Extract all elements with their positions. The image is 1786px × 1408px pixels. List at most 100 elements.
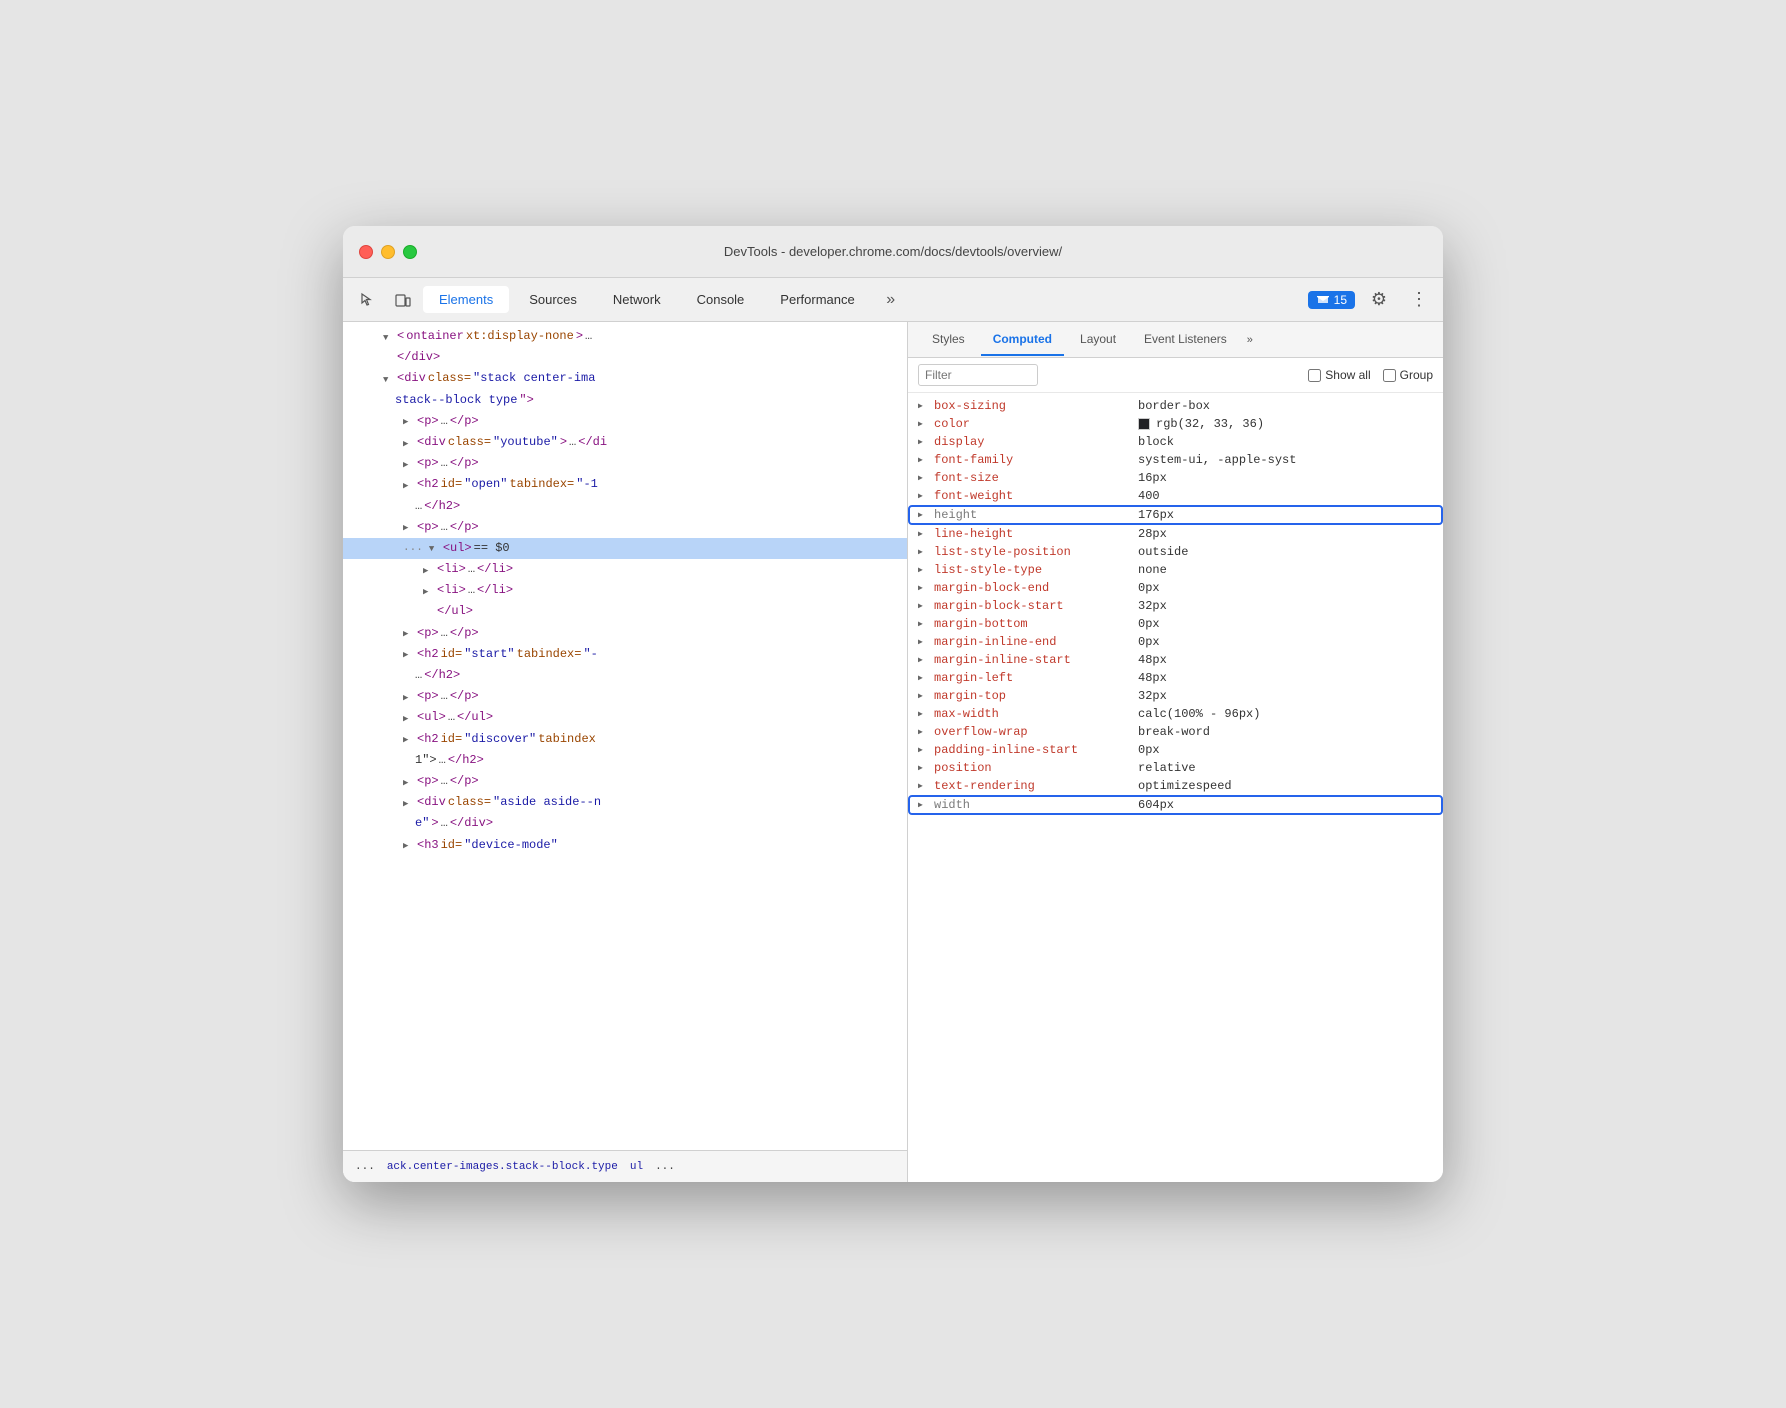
triangle-icon-3[interactable] xyxy=(383,373,395,385)
status-path[interactable]: ack.center-images.stack--block.type xyxy=(383,1159,622,1175)
computed-row-margin-inline-start[interactable]: ▶margin-inline-start48px xyxy=(908,651,1443,669)
prop-expand-icon[interactable]: ▶ xyxy=(918,455,930,465)
prop-expand-icon[interactable]: ▶ xyxy=(918,745,930,755)
prop-expand-icon[interactable]: ▶ xyxy=(918,601,930,611)
triangle-icon-h2-3[interactable] xyxy=(403,733,415,745)
dom-line-3b[interactable]: stack--block type"> xyxy=(343,390,907,411)
group-checkbox[interactable] xyxy=(1383,369,1396,382)
prop-expand-icon[interactable]: ▶ xyxy=(918,547,930,557)
triangle-icon-h2-1[interactable] xyxy=(403,479,415,491)
dom-line-h3[interactable]: <h3 id="device-mode" xyxy=(343,835,907,856)
computed-row-list-style-position[interactable]: ▶list-style-positionoutside xyxy=(908,543,1443,561)
prop-expand-icon[interactable]: ▶ xyxy=(918,529,930,539)
dom-line-h2-discover[interactable]: <h2 id="discover" tabindex xyxy=(343,729,907,750)
settings-button[interactable]: ⚙ xyxy=(1363,284,1395,316)
dom-line-p1[interactable]: <p>…</p> xyxy=(343,411,907,432)
dom-line-2[interactable]: </div> xyxy=(343,347,907,368)
prop-expand-icon[interactable]: ▶ xyxy=(918,637,930,647)
triangle-icon-p5[interactable] xyxy=(403,691,415,703)
cursor-icon[interactable] xyxy=(351,284,383,316)
prop-expand-icon[interactable]: ▶ xyxy=(918,565,930,575)
dom-line-h2-start-close[interactable]: …</h2> xyxy=(343,665,907,686)
computed-row-width[interactable]: ▶width604px xyxy=(908,795,1443,815)
triangle-icon-h3[interactable] xyxy=(403,839,415,851)
computed-row-margin-top[interactable]: ▶margin-top32px xyxy=(908,687,1443,705)
dom-line-p3[interactable]: <p>…</p> xyxy=(343,517,907,538)
prop-expand-icon[interactable]: ▶ xyxy=(918,401,930,411)
dom-line-ul2[interactable]: <ul>…</ul> xyxy=(343,707,907,728)
computed-row-margin-bottom[interactable]: ▶margin-bottom0px xyxy=(908,615,1443,633)
more-panel-tabs-icon[interactable]: » xyxy=(1247,334,1253,346)
computed-row-padding-inline-start[interactable]: ▶padding-inline-start0px xyxy=(908,741,1443,759)
status-tag[interactable]: ul xyxy=(626,1159,647,1175)
triangle-icon-p6[interactable] xyxy=(403,776,415,788)
triangle-icon-p4[interactable] xyxy=(403,627,415,639)
triangle-icon-p3[interactable] xyxy=(403,521,415,533)
dom-line-1[interactable]: <ontainer xt:display-none >… xyxy=(343,326,907,347)
prop-expand-icon[interactable]: ▶ xyxy=(918,763,930,773)
triangle-icon-li2[interactable] xyxy=(423,585,435,597)
prop-expand-icon[interactable]: ▶ xyxy=(918,691,930,701)
dom-line-3[interactable]: <div class="stack center-ima xyxy=(343,368,907,389)
computed-row-overflow-wrap[interactable]: ▶overflow-wrapbreak-word xyxy=(908,723,1443,741)
dom-line-h2-open[interactable]: <h2 id="open" tabindex="-1 xyxy=(343,474,907,495)
computed-row-font-size[interactable]: ▶font-size16px xyxy=(908,469,1443,487)
computed-row-margin-inline-end[interactable]: ▶margin-inline-end0px xyxy=(908,633,1443,651)
computed-row-margin-block-end[interactable]: ▶margin-block-end0px xyxy=(908,579,1443,597)
dom-line-p5[interactable]: <p>…</p> xyxy=(343,686,907,707)
tab-console[interactable]: Console xyxy=(681,286,761,313)
dom-line-p6[interactable]: <p>…</p> xyxy=(343,771,907,792)
dom-line-p4[interactable]: <p>…</p> xyxy=(343,623,907,644)
triangle-icon-1[interactable] xyxy=(383,331,395,343)
prop-expand-icon[interactable]: ▶ xyxy=(918,491,930,501)
prop-expand-icon[interactable]: ▶ xyxy=(918,709,930,719)
prop-expand-icon[interactable]: ▶ xyxy=(918,800,930,810)
close-button[interactable] xyxy=(359,245,373,259)
tab-event-listeners[interactable]: Event Listeners xyxy=(1132,324,1239,356)
computed-row-box-sizing[interactable]: ▶box-sizingborder-box xyxy=(908,397,1443,415)
show-all-checkbox-label[interactable]: Show all xyxy=(1308,368,1370,382)
minimize-button[interactable] xyxy=(381,245,395,259)
prop-expand-icon[interactable]: ▶ xyxy=(918,655,930,665)
computed-row-display[interactable]: ▶displayblock xyxy=(908,433,1443,451)
show-all-checkbox[interactable] xyxy=(1308,369,1321,382)
computed-row-text-rendering[interactable]: ▶text-renderingoptimizespeed xyxy=(908,777,1443,795)
dom-line-li2[interactable]: <li>…</li> xyxy=(343,580,907,601)
dom-line-h2-start[interactable]: <h2 id="start" tabindex="- xyxy=(343,644,907,665)
prop-expand-icon[interactable]: ▶ xyxy=(918,510,930,520)
status-dots[interactable]: ... xyxy=(351,1159,379,1175)
dom-line-h2-discover-close[interactable]: 1">…</h2> xyxy=(343,750,907,771)
prop-expand-icon[interactable]: ▶ xyxy=(918,473,930,483)
tab-layout[interactable]: Layout xyxy=(1068,324,1128,356)
triangle-icon-ul2[interactable] xyxy=(403,712,415,724)
computed-row-margin-left[interactable]: ▶margin-left48px xyxy=(908,669,1443,687)
dom-line-li1[interactable]: <li>…</li> xyxy=(343,559,907,580)
dom-line-h2-open-close[interactable]: …</h2> xyxy=(343,496,907,517)
dom-line-youtube[interactable]: <div class="youtube" >…</di xyxy=(343,432,907,453)
triangle-icon-p2[interactable] xyxy=(403,458,415,470)
prop-expand-icon[interactable]: ▶ xyxy=(918,583,930,593)
prop-expand-icon[interactable]: ▶ xyxy=(918,419,930,429)
computed-row-font-family[interactable]: ▶font-familysystem-ui, -apple-syst xyxy=(908,451,1443,469)
tab-network[interactable]: Network xyxy=(597,286,677,313)
prop-expand-icon[interactable]: ▶ xyxy=(918,781,930,791)
more-tabs-icon[interactable]: » xyxy=(875,284,907,316)
triangle-icon-p1[interactable] xyxy=(403,415,415,427)
dom-line-aside[interactable]: <div class="aside aside--n xyxy=(343,792,907,813)
maximize-button[interactable] xyxy=(403,245,417,259)
status-more[interactable]: ... xyxy=(651,1159,679,1175)
computed-row-max-width[interactable]: ▶max-widthcalc(100% - 96px) xyxy=(908,705,1443,723)
more-options-button[interactable]: ⋮ xyxy=(1403,284,1435,316)
computed-row-height[interactable]: ▶height176px xyxy=(908,505,1443,525)
computed-row-margin-block-start[interactable]: ▶margin-block-start32px xyxy=(908,597,1443,615)
tab-elements[interactable]: Elements xyxy=(423,286,509,313)
prop-expand-icon[interactable]: ▶ xyxy=(918,727,930,737)
triangle-icon-h2-2[interactable] xyxy=(403,648,415,660)
computed-row-font-weight[interactable]: ▶font-weight400 xyxy=(908,487,1443,505)
dom-line-p2[interactable]: <p>…</p> xyxy=(343,453,907,474)
computed-row-line-height[interactable]: ▶line-height28px xyxy=(908,525,1443,543)
triangle-icon-ul[interactable] xyxy=(429,542,441,554)
computed-row-color[interactable]: ▶colorrgb(32, 33, 36) xyxy=(908,415,1443,433)
device-toggle-icon[interactable] xyxy=(387,284,419,316)
filter-input[interactable] xyxy=(918,364,1038,386)
